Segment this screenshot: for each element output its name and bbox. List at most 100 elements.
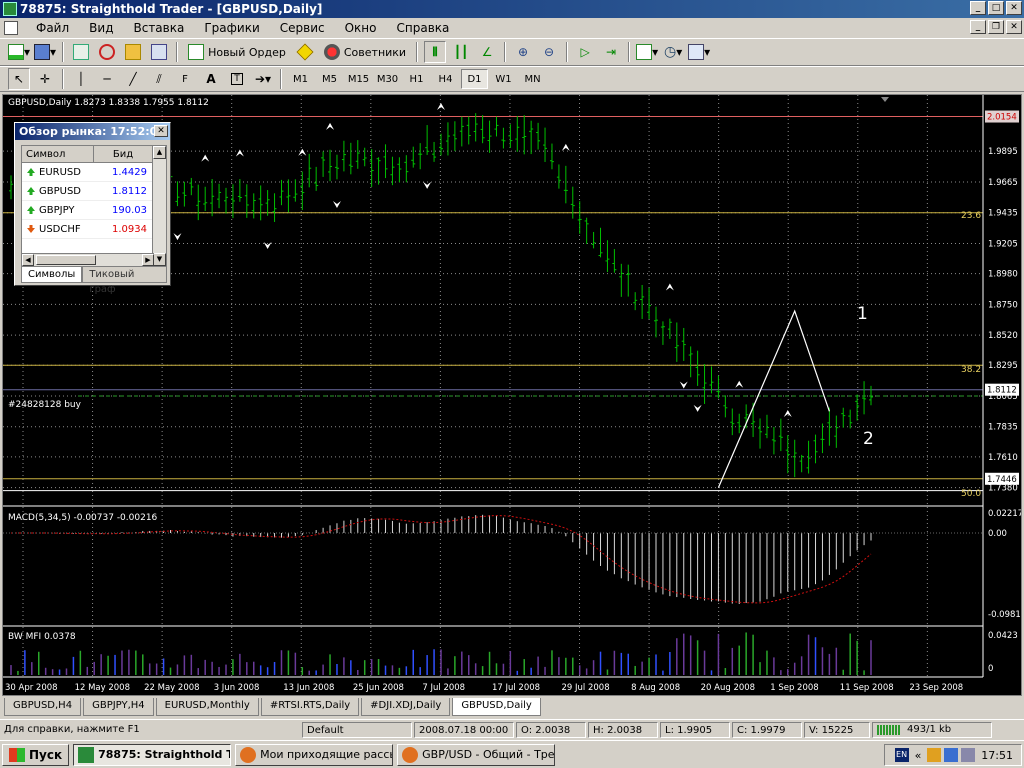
market-watch-close-button[interactable]: ✕ xyxy=(154,125,168,137)
menu-file[interactable]: Файл xyxy=(26,18,79,38)
tab-symbols[interactable]: Символы xyxy=(21,267,83,283)
chart-tab[interactable]: #RTSI.RTS,Daily xyxy=(260,698,360,716)
profiles-button[interactable]: ▾ xyxy=(34,41,56,63)
periods-button[interactable]: ◷ ▾ xyxy=(662,41,684,63)
channel-button[interactable]: ⫽ xyxy=(148,68,170,90)
new-order-button[interactable]: Новый Ордер xyxy=(184,41,290,63)
chart-tab-active[interactable]: GBPUSD,Daily xyxy=(452,698,541,716)
status-close: C: 1.9979 xyxy=(732,721,802,738)
chart-tab[interactable]: GBPJPY,H4 xyxy=(83,698,154,716)
mdi-close-button[interactable]: ✕ xyxy=(1006,20,1022,34)
tester-button[interactable] xyxy=(148,41,170,63)
templates-button[interactable]: ▾ xyxy=(688,41,710,63)
fibonacci-button[interactable]: F xyxy=(174,68,196,90)
crosshair-icon: ✛ xyxy=(39,72,51,86)
timeframe-m30[interactable]: M30 xyxy=(374,69,401,89)
status-high: H: 2.0038 xyxy=(588,721,658,738)
mdi-restore-button[interactable]: ❐ xyxy=(988,20,1004,34)
table-row[interactable]: USDCHF 1.0934 xyxy=(22,220,166,239)
metaeditor-button[interactable] xyxy=(294,41,316,63)
timeframe-h4[interactable]: H4 xyxy=(432,69,459,89)
menu-window[interactable]: Окно xyxy=(335,18,387,38)
table-row[interactable]: GBPJPY 190.03 xyxy=(22,201,166,220)
navigator-button[interactable] xyxy=(96,41,118,63)
symbol-column-header[interactable]: Символ xyxy=(22,146,94,162)
zoom-out-button[interactable]: ⊖ xyxy=(538,41,560,63)
horizontal-scrollbar[interactable]: ◀ ▶ xyxy=(22,253,154,266)
connection-status[interactable]: 493/1 kb xyxy=(872,721,992,738)
status-bar: Для справки, нажмите F1 Default 2008.07.… xyxy=(0,719,1024,739)
close-button[interactable]: ✕ xyxy=(1006,1,1022,15)
trendline-button[interactable]: ╱ xyxy=(122,68,144,90)
symbol-cell: USDCHF xyxy=(39,223,81,235)
taskbar-item[interactable]: Мои приходящие рассы... xyxy=(235,743,394,766)
scroll-right-icon[interactable]: ▶ xyxy=(142,254,154,266)
bid-column-header[interactable]: Бид xyxy=(94,146,152,162)
menu-insert[interactable]: Вставка xyxy=(123,18,194,38)
horizontal-line-button[interactable]: ─ xyxy=(96,68,118,90)
scroll-thumb[interactable] xyxy=(36,255,96,265)
vertical-line-button[interactable]: │ xyxy=(70,68,92,90)
timeframe-m5[interactable]: M5 xyxy=(316,69,343,89)
mdi-minimize-button[interactable]: _ xyxy=(970,20,986,34)
market-watch-tabs: Символы Тиковый граф xyxy=(21,267,167,295)
tray-expand-icon[interactable]: « xyxy=(915,749,922,762)
tab-tick-chart[interactable]: Тиковый граф xyxy=(82,267,167,295)
table-row[interactable]: EURUSD 1.4429 xyxy=(22,163,166,182)
bar-chart-button[interactable]: ⫴ xyxy=(424,41,447,63)
crosshair-button[interactable]: ✛ xyxy=(34,68,56,90)
text-label-button[interactable]: T xyxy=(226,68,248,90)
scroll-left-icon[interactable]: ◀ xyxy=(22,254,34,266)
vertical-scrollbar[interactable]: ▲ ▼ xyxy=(152,146,166,266)
price-tag-top: 2.0154 xyxy=(987,113,1017,123)
taskbar-item[interactable]: GBP/USD - Общий - Тре... xyxy=(397,743,556,766)
timeframe-h1[interactable]: H1 xyxy=(403,69,430,89)
vertical-line-icon: │ xyxy=(77,72,85,86)
start-button[interactable]: Пуск xyxy=(2,743,70,766)
fib-label-236: 23.6 xyxy=(961,211,982,221)
table-row[interactable]: GBPUSD 1.8112 xyxy=(22,182,166,201)
timeframe-d1[interactable]: D1 xyxy=(461,69,488,89)
expert-advisors-button[interactable]: Советники xyxy=(320,41,410,63)
mfi-indicator xyxy=(10,632,872,675)
menu-charts[interactable]: Графики xyxy=(194,18,269,38)
language-indicator[interactable]: EN xyxy=(894,748,909,762)
chart-tab[interactable]: #DJI.XDJ,Daily xyxy=(361,698,451,716)
chart-tab[interactable]: EURUSD,Monthly xyxy=(155,698,259,716)
chart-shift-button[interactable]: ⇥ xyxy=(600,41,622,63)
timeframe-w1[interactable]: W1 xyxy=(490,69,517,89)
candlestick-button[interactable]: ┃┃ xyxy=(450,41,472,63)
status-low: L: 1.9905 xyxy=(660,721,730,738)
minimize-button[interactable]: _ xyxy=(970,1,986,15)
timeframe-m15[interactable]: M15 xyxy=(345,69,372,89)
timeframe-mn[interactable]: MN xyxy=(519,69,546,89)
chart-tab[interactable]: GBPUSD,H4 xyxy=(4,698,82,716)
system-tray: EN « 17:51 xyxy=(884,744,1022,766)
market-watch-button[interactable] xyxy=(70,41,92,63)
cursor-button[interactable]: ↖ xyxy=(8,68,30,90)
document-icon[interactable] xyxy=(4,21,18,35)
price-tag-current: 1.8112 xyxy=(987,386,1017,396)
chart-autoscroll-button[interactable]: ▷ xyxy=(574,41,596,63)
timeframe-m1[interactable]: M1 xyxy=(287,69,314,89)
menu-tools[interactable]: Сервис xyxy=(270,18,335,38)
zoom-in-button[interactable]: ⊕ xyxy=(512,41,534,63)
line-chart-button[interactable]: ∠ xyxy=(476,41,498,63)
market-watch-titlebar[interactable]: Обзор рынка: 17:52:04 ✕ xyxy=(15,123,170,140)
menu-help[interactable]: Справка xyxy=(387,18,460,38)
status-profile[interactable]: Default xyxy=(302,721,412,738)
market-watch-window[interactable]: Обзор рынка: 17:52:04 ✕ Символ Бид EURUS… xyxy=(14,122,171,295)
taskbar-item[interactable]: 78875: Straighthold T... xyxy=(73,743,232,766)
indicators-button[interactable]: ▾ xyxy=(636,41,658,63)
maximize-button[interactable]: □ xyxy=(988,1,1004,15)
scroll-up-icon[interactable]: ▲ xyxy=(153,146,166,159)
text-button[interactable]: A xyxy=(200,68,222,90)
new-chart-button[interactable]: ▾ xyxy=(8,41,30,63)
scroll-down-icon[interactable]: ▼ xyxy=(153,253,166,266)
menu-view[interactable]: Вид xyxy=(79,18,123,38)
tray-icons[interactable] xyxy=(927,748,976,762)
price-tag-low: 1.7446 xyxy=(987,475,1017,485)
arrows-button[interactable]: ➔ ▾ xyxy=(252,68,274,90)
terminal-button[interactable] xyxy=(122,41,144,63)
price-tick-label: 1.7835 xyxy=(988,423,1018,433)
